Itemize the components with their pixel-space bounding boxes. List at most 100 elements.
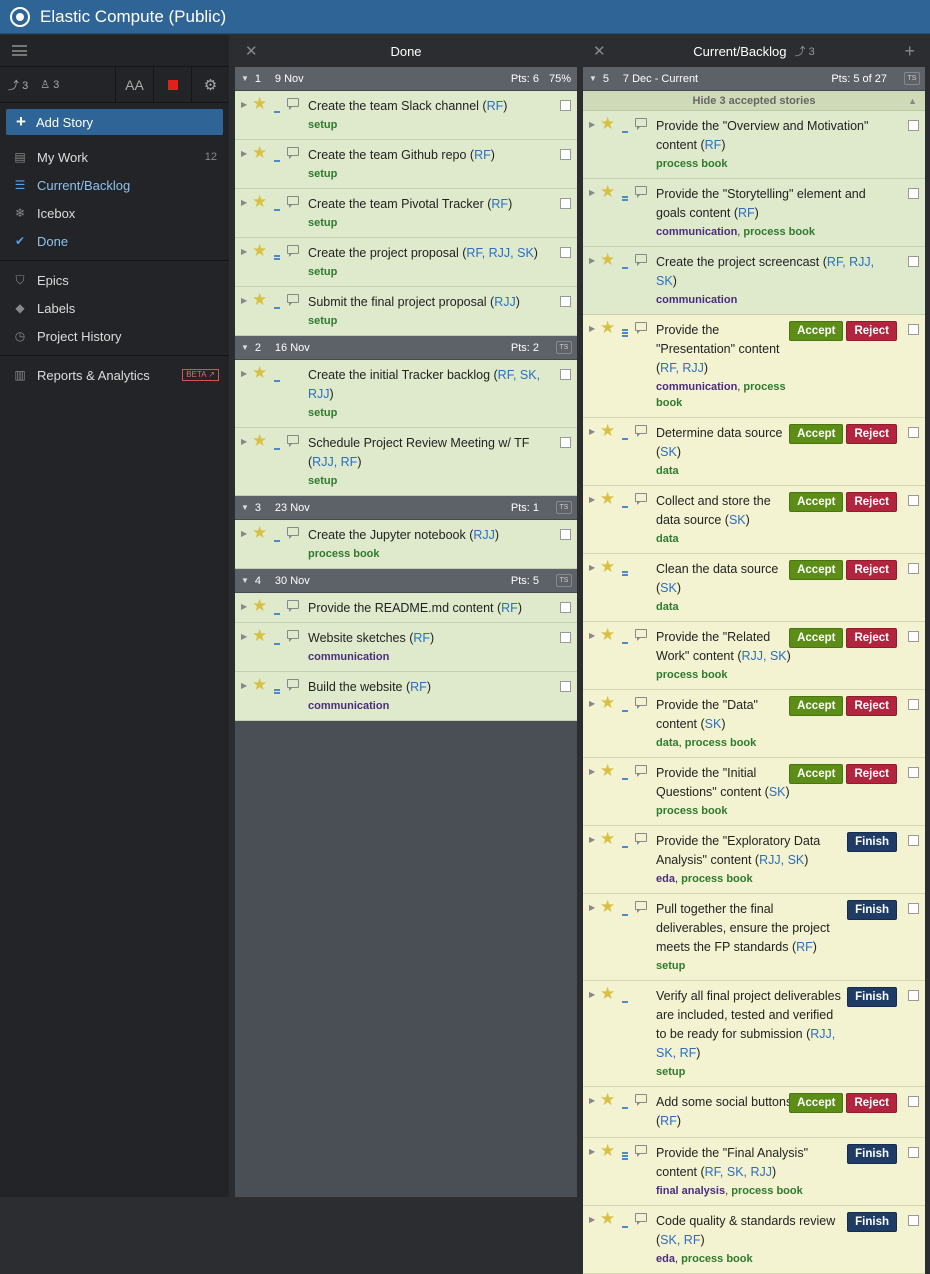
accept-button[interactable]: Accept [789,492,844,512]
story-label[interactable]: data [656,465,679,477]
story-card[interactable]: ▶ ★ Provide the "Exploratory Data Analysis… [583,826,925,894]
story-card[interactable]: ▶ ★ Create the initial Tracker backlog (RF… [235,360,577,428]
select-checkbox[interactable] [908,256,919,267]
story-card[interactable]: ▶ ★ Verify all final project deliverables … [583,981,925,1087]
expand-arrow-icon[interactable]: ▶ [241,100,247,109]
expand-arrow-icon[interactable]: ▶ [241,632,247,641]
add-story-button[interactable]: + Add Story [6,109,223,135]
expand-arrow-icon[interactable]: ▶ [241,369,247,378]
story-owners[interactable]: RF [410,680,427,694]
select-checkbox[interactable] [560,296,571,307]
reject-button[interactable]: Reject [846,764,897,784]
story-owners[interactable]: RF [660,1114,677,1128]
story-label[interactable]: final analysis [656,1185,725,1197]
story-card[interactable]: ▶ ★ Provide the README.md content (RF) [235,593,577,623]
select-checkbox[interactable] [560,369,571,380]
select-checkbox[interactable] [908,120,919,131]
select-checkbox[interactable] [560,681,571,692]
select-checkbox[interactable] [560,100,571,111]
expand-arrow-icon[interactable]: ▶ [241,247,247,256]
iteration-header[interactable]: ▼ 3 23 Nov Pts: 1 TS [235,496,577,520]
story-label[interactable]: process book [656,805,728,817]
iteration-header[interactable]: ▼ 2 16 Nov Pts: 2 TS [235,336,577,360]
expand-arrow-icon[interactable]: ▶ [589,767,595,776]
story-label[interactable]: data [656,737,679,749]
collapse-arrow-icon[interactable]: ▼ [241,576,249,585]
select-checkbox[interactable] [560,437,571,448]
expand-arrow-icon[interactable]: ▶ [589,324,595,333]
story-card[interactable]: ▶ ★ Submit the final project proposal (RJJ… [235,287,577,336]
story-owners[interactable]: RJJ, SK [759,853,804,867]
story-owners[interactable]: SK, RF [660,1233,700,1247]
story-card[interactable]: ▶ ★ Create the project proposal (RF, RJJ, … [235,238,577,287]
select-checkbox[interactable] [908,903,919,914]
expand-arrow-icon[interactable]: ▶ [589,256,595,265]
story-owners[interactable]: RF [738,206,755,220]
accept-button[interactable]: Accept [789,696,844,716]
expand-arrow-icon[interactable]: ▶ [589,427,595,436]
story-card[interactable]: ▶ ★ Code quality & standards review (SK, R… [583,1206,925,1274]
story-card[interactable]: ▶ ★ Create the project screencast (RF, RJJ… [583,247,925,315]
story-owners[interactable]: SK [660,445,677,459]
story-label[interactable]: communication [308,651,389,663]
finish-button[interactable]: Finish [847,832,897,852]
record-button[interactable] [153,67,191,102]
expand-arrow-icon[interactable]: ▶ [589,495,595,504]
story-label[interactable]: communication [656,226,737,238]
sidebar-item-epics[interactable]: ⛉ Epics [0,266,229,294]
select-checkbox[interactable] [908,990,919,1001]
sidebar-item-labels[interactable]: ◆ Labels [0,294,229,322]
story-label[interactable]: process book [308,548,380,560]
accept-button[interactable]: Accept [789,1093,844,1113]
select-checkbox[interactable] [908,1096,919,1107]
story-card[interactable]: ▶ ★ Create the team Pivotal Tracker (RF) se… [235,189,577,238]
project-logo-icon[interactable] [10,6,30,27]
story-owners[interactable]: SK [705,717,722,731]
project-title[interactable]: Elastic Compute (Public) [40,7,226,27]
velocity-indicator[interactable]: ⤴ 3 [795,43,815,59]
story-owners[interactable]: RF, RJJ [660,361,704,375]
story-owners[interactable]: SK [660,581,677,595]
expand-arrow-icon[interactable]: ▶ [589,1215,595,1224]
story-owners[interactable]: RJJ, RF [312,455,357,469]
select-checkbox[interactable] [560,529,571,540]
expand-arrow-icon[interactable]: ▶ [589,563,595,572]
iteration-header[interactable]: ▼ 1 9 Nov Pts: 6 75% [235,67,577,91]
velocity-stat[interactable]: ⤴ 3 [8,77,28,93]
story-label[interactable]: setup [656,960,685,972]
select-checkbox[interactable] [560,149,571,160]
collapse-arrow-icon[interactable]: ▼ [589,74,597,83]
story-label[interactable]: process book [685,737,757,749]
story-card[interactable]: ▶ ★ Provide the "Data" content (SK) data, p… [583,690,925,758]
story-label[interactable]: eda [656,873,675,885]
select-checkbox[interactable] [908,767,919,778]
select-checkbox[interactable] [560,247,571,258]
story-card[interactable]: ▶ ★ Determine data source (SK) data Accept Re… [583,418,925,486]
select-checkbox[interactable] [908,495,919,506]
story-label[interactable]: setup [656,1066,685,1078]
sidebar-item-done[interactable]: ✔ Done [0,227,229,255]
expand-arrow-icon[interactable]: ▶ [241,296,247,305]
story-label[interactable]: communication [656,294,737,306]
story-label[interactable]: process book [681,873,753,885]
select-checkbox[interactable] [908,324,919,335]
story-card[interactable]: ▶ ★ Collect and store the data source (SK)… [583,486,925,554]
story-card[interactable]: ▶ ★ Add some social buttons (RF) Accept Reje… [583,1087,925,1138]
expand-arrow-icon[interactable]: ▶ [241,437,247,446]
accept-button[interactable]: Accept [789,424,844,444]
story-label[interactable]: setup [308,217,337,229]
reject-button[interactable]: Reject [846,492,897,512]
accept-button[interactable]: Accept [789,764,844,784]
expand-arrow-icon[interactable]: ▶ [589,990,595,999]
story-label[interactable]: setup [308,407,337,419]
story-label[interactable]: communication [656,381,737,393]
story-label[interactable]: setup [308,168,337,180]
expand-arrow-icon[interactable]: ▶ [589,1096,595,1105]
team-strength-badge[interactable]: TS [904,72,920,85]
select-checkbox[interactable] [560,198,571,209]
story-owners[interactable]: RF [487,99,504,113]
expand-arrow-icon[interactable]: ▶ [589,631,595,640]
expand-arrow-icon[interactable]: ▶ [589,835,595,844]
story-card[interactable]: ▶ ★ Create the Jupyter notebook (RJJ) proce… [235,520,577,569]
story-card[interactable]: ▶ ★ Provide the "Presentation" content (RF… [583,315,925,418]
